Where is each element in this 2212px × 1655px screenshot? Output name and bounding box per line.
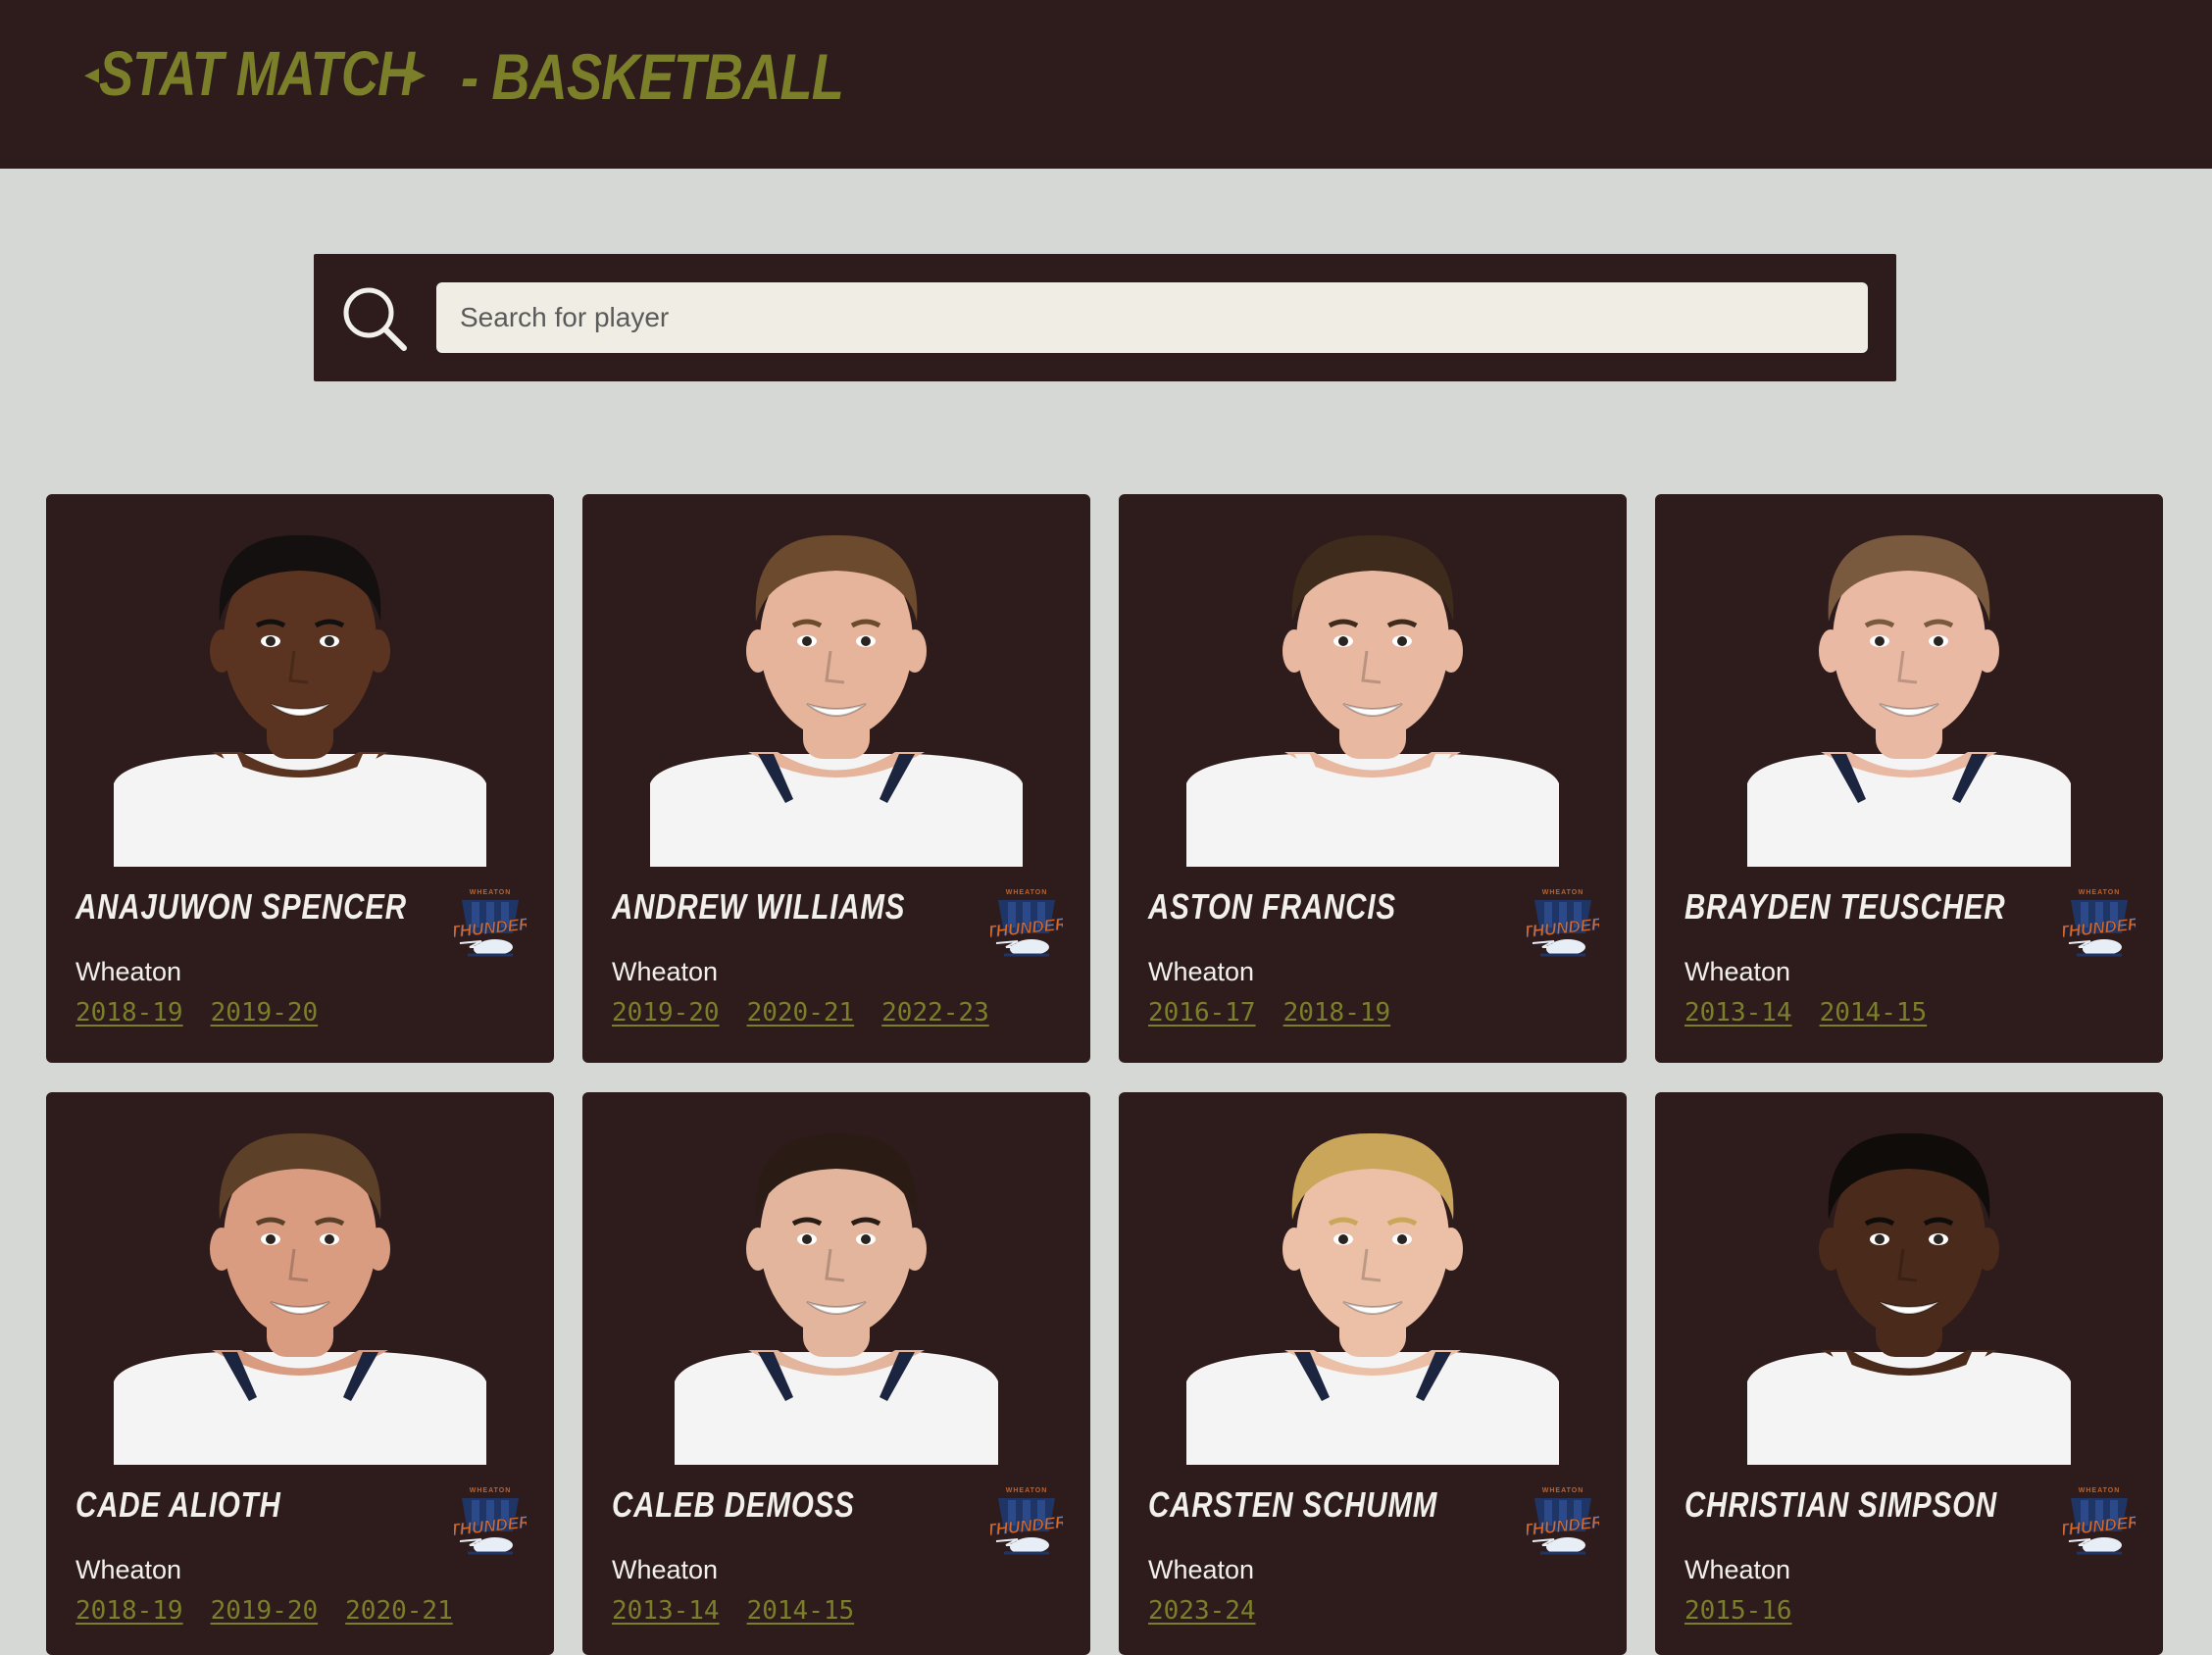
season-link[interactable]: 2013-14 [612, 1596, 720, 1626]
player-name[interactable]: Christian Simpson [1684, 1484, 1997, 1526]
season-link[interactable]: 2022-23 [881, 998, 989, 1028]
player-photo [114, 534, 486, 867]
season-list: 2013-14 2014-15 [1684, 998, 1927, 1028]
player-photo [650, 534, 1023, 867]
player-card[interactable]: Cade Alioth WHEATON THUNDER Wheaton 2018-… [46, 1092, 554, 1655]
wheaton-thunder-logo-icon: WHEATON THUNDER [1527, 1487, 1599, 1555]
svg-text:THUNDER: THUNDER [454, 915, 527, 942]
player-name[interactable]: Caleb Demoss [612, 1484, 855, 1526]
season-link[interactable]: 2016-17 [1148, 998, 1256, 1028]
season-link[interactable]: 2014-15 [747, 1596, 855, 1626]
wheaton-thunder-logo-icon: WHEATON THUNDER [454, 889, 527, 957]
svg-text:THUNDER: THUNDER [990, 915, 1063, 942]
player-name[interactable]: Andrew Williams [612, 886, 905, 928]
svg-text:THUNDER: THUNDER [990, 1513, 1063, 1540]
player-card[interactable]: Anajuwon Spencer WHEATON THUNDER Wheaton… [46, 494, 554, 1063]
season-link[interactable]: 2019-20 [612, 998, 720, 1028]
team-name: Wheaton [1148, 1555, 1255, 1584]
season-link[interactable]: 2019-20 [211, 998, 319, 1028]
player-card[interactable]: Brayden Teuscher WHEATON THUNDER Wheaton… [1655, 494, 2163, 1063]
team-name: Wheaton [1684, 1555, 1791, 1584]
season-link[interactable]: 2018-19 [75, 1596, 183, 1626]
wheaton-thunder-logo-icon: WHEATON THUNDER [990, 889, 1063, 957]
logo-suffix: - BASKETBALL [461, 40, 844, 113]
svg-text:WHEATON: WHEATON [1006, 889, 1048, 896]
player-name[interactable]: Anajuwon Spencer [75, 886, 407, 928]
wheaton-thunder-logo-icon: WHEATON THUNDER [990, 1487, 1063, 1555]
svg-text:WHEATON: WHEATON [2079, 889, 2121, 896]
search-icon[interactable] [339, 283, 410, 354]
logo-text: STAT MATCH [99, 38, 415, 109]
season-link[interactable]: 2020-21 [747, 998, 855, 1028]
player-photo [675, 1132, 998, 1465]
player-card[interactable]: Andrew Williams WHEATON THUNDER Wheaton 2… [582, 494, 1090, 1063]
svg-text:THUNDER: THUNDER [1527, 1513, 1599, 1540]
team-name: Wheaton [1148, 957, 1255, 986]
arrow-left-icon: ◂ [84, 56, 100, 91]
season-list: 2018-19 2019-20 2020-21 [75, 1596, 453, 1626]
season-link[interactable]: 2014-15 [1820, 998, 1928, 1028]
wheaton-thunder-logo-icon: WHEATON THUNDER [2063, 889, 2136, 957]
team-name: Wheaton [75, 957, 182, 986]
team-name: Wheaton [1684, 957, 1791, 986]
season-list: 2013-14 2014-15 [612, 1596, 854, 1626]
svg-text:WHEATON: WHEATON [470, 889, 512, 896]
team-name: Wheaton [75, 1555, 182, 1584]
svg-text:THUNDER: THUNDER [454, 1513, 527, 1540]
player-card[interactable]: Christian Simpson WHEATON THUNDER Wheato… [1655, 1092, 2163, 1655]
season-list: 2016-17 2018-19 [1148, 998, 1390, 1028]
svg-text:THUNDER: THUNDER [1527, 915, 1599, 942]
season-link[interactable]: 2018-19 [1283, 998, 1391, 1028]
svg-text:THUNDER: THUNDER [2063, 1513, 2136, 1540]
wheaton-thunder-logo-icon: WHEATON THUNDER [1527, 889, 1599, 957]
svg-text:WHEATON: WHEATON [1542, 889, 1584, 896]
player-name[interactable]: Cade Alioth [75, 1484, 281, 1526]
season-list: 2023-24 [1148, 1596, 1256, 1626]
player-photo [1186, 1132, 1559, 1465]
player-card[interactable]: Caleb Demoss WHEATON THUNDER Wheaton 2013… [582, 1092, 1090, 1655]
team-name: Wheaton [612, 1555, 719, 1584]
player-card[interactable]: Carsten Schumm WHEATON THUNDER Wheaton 20… [1119, 1092, 1627, 1655]
player-name[interactable]: Aston Francis [1148, 886, 1396, 928]
season-link[interactable]: 2013-14 [1684, 998, 1792, 1028]
wheaton-thunder-logo-icon: WHEATON THUNDER [454, 1487, 527, 1555]
season-link[interactable]: 2018-19 [75, 998, 183, 1028]
player-photo [1747, 534, 2071, 867]
season-link[interactable]: 2023-24 [1148, 1596, 1256, 1626]
player-name[interactable]: Brayden Teuscher [1684, 886, 2005, 928]
season-link[interactable]: 2019-20 [211, 1596, 319, 1626]
svg-text:WHEATON: WHEATON [470, 1487, 512, 1494]
player-card[interactable]: Aston Francis WHEATON THUNDER Wheaton 201… [1119, 494, 1627, 1063]
season-link[interactable]: 2015-16 [1684, 1596, 1792, 1626]
svg-text:THUNDER: THUNDER [2063, 915, 2136, 942]
player-name[interactable]: Carsten Schumm [1148, 1484, 1437, 1526]
season-link[interactable]: 2020-21 [345, 1596, 453, 1626]
season-list: 2015-16 [1684, 1596, 1792, 1626]
player-photo [114, 1132, 486, 1465]
search-input[interactable] [436, 282, 1868, 353]
player-photo [1186, 534, 1559, 867]
site-logo[interactable]: ◂ STAT MATCH ▸ [84, 37, 426, 110]
team-name: Wheaton [612, 957, 719, 986]
svg-text:WHEATON: WHEATON [1006, 1487, 1048, 1494]
season-list: 2019-20 2020-21 2022-23 [612, 998, 989, 1028]
svg-text:WHEATON: WHEATON [1542, 1487, 1584, 1494]
wheaton-thunder-logo-icon: WHEATON THUNDER [2063, 1487, 2136, 1555]
svg-text:WHEATON: WHEATON [2079, 1487, 2121, 1494]
player-photo [1747, 1132, 2071, 1465]
season-list: 2018-19 2019-20 [75, 998, 318, 1028]
